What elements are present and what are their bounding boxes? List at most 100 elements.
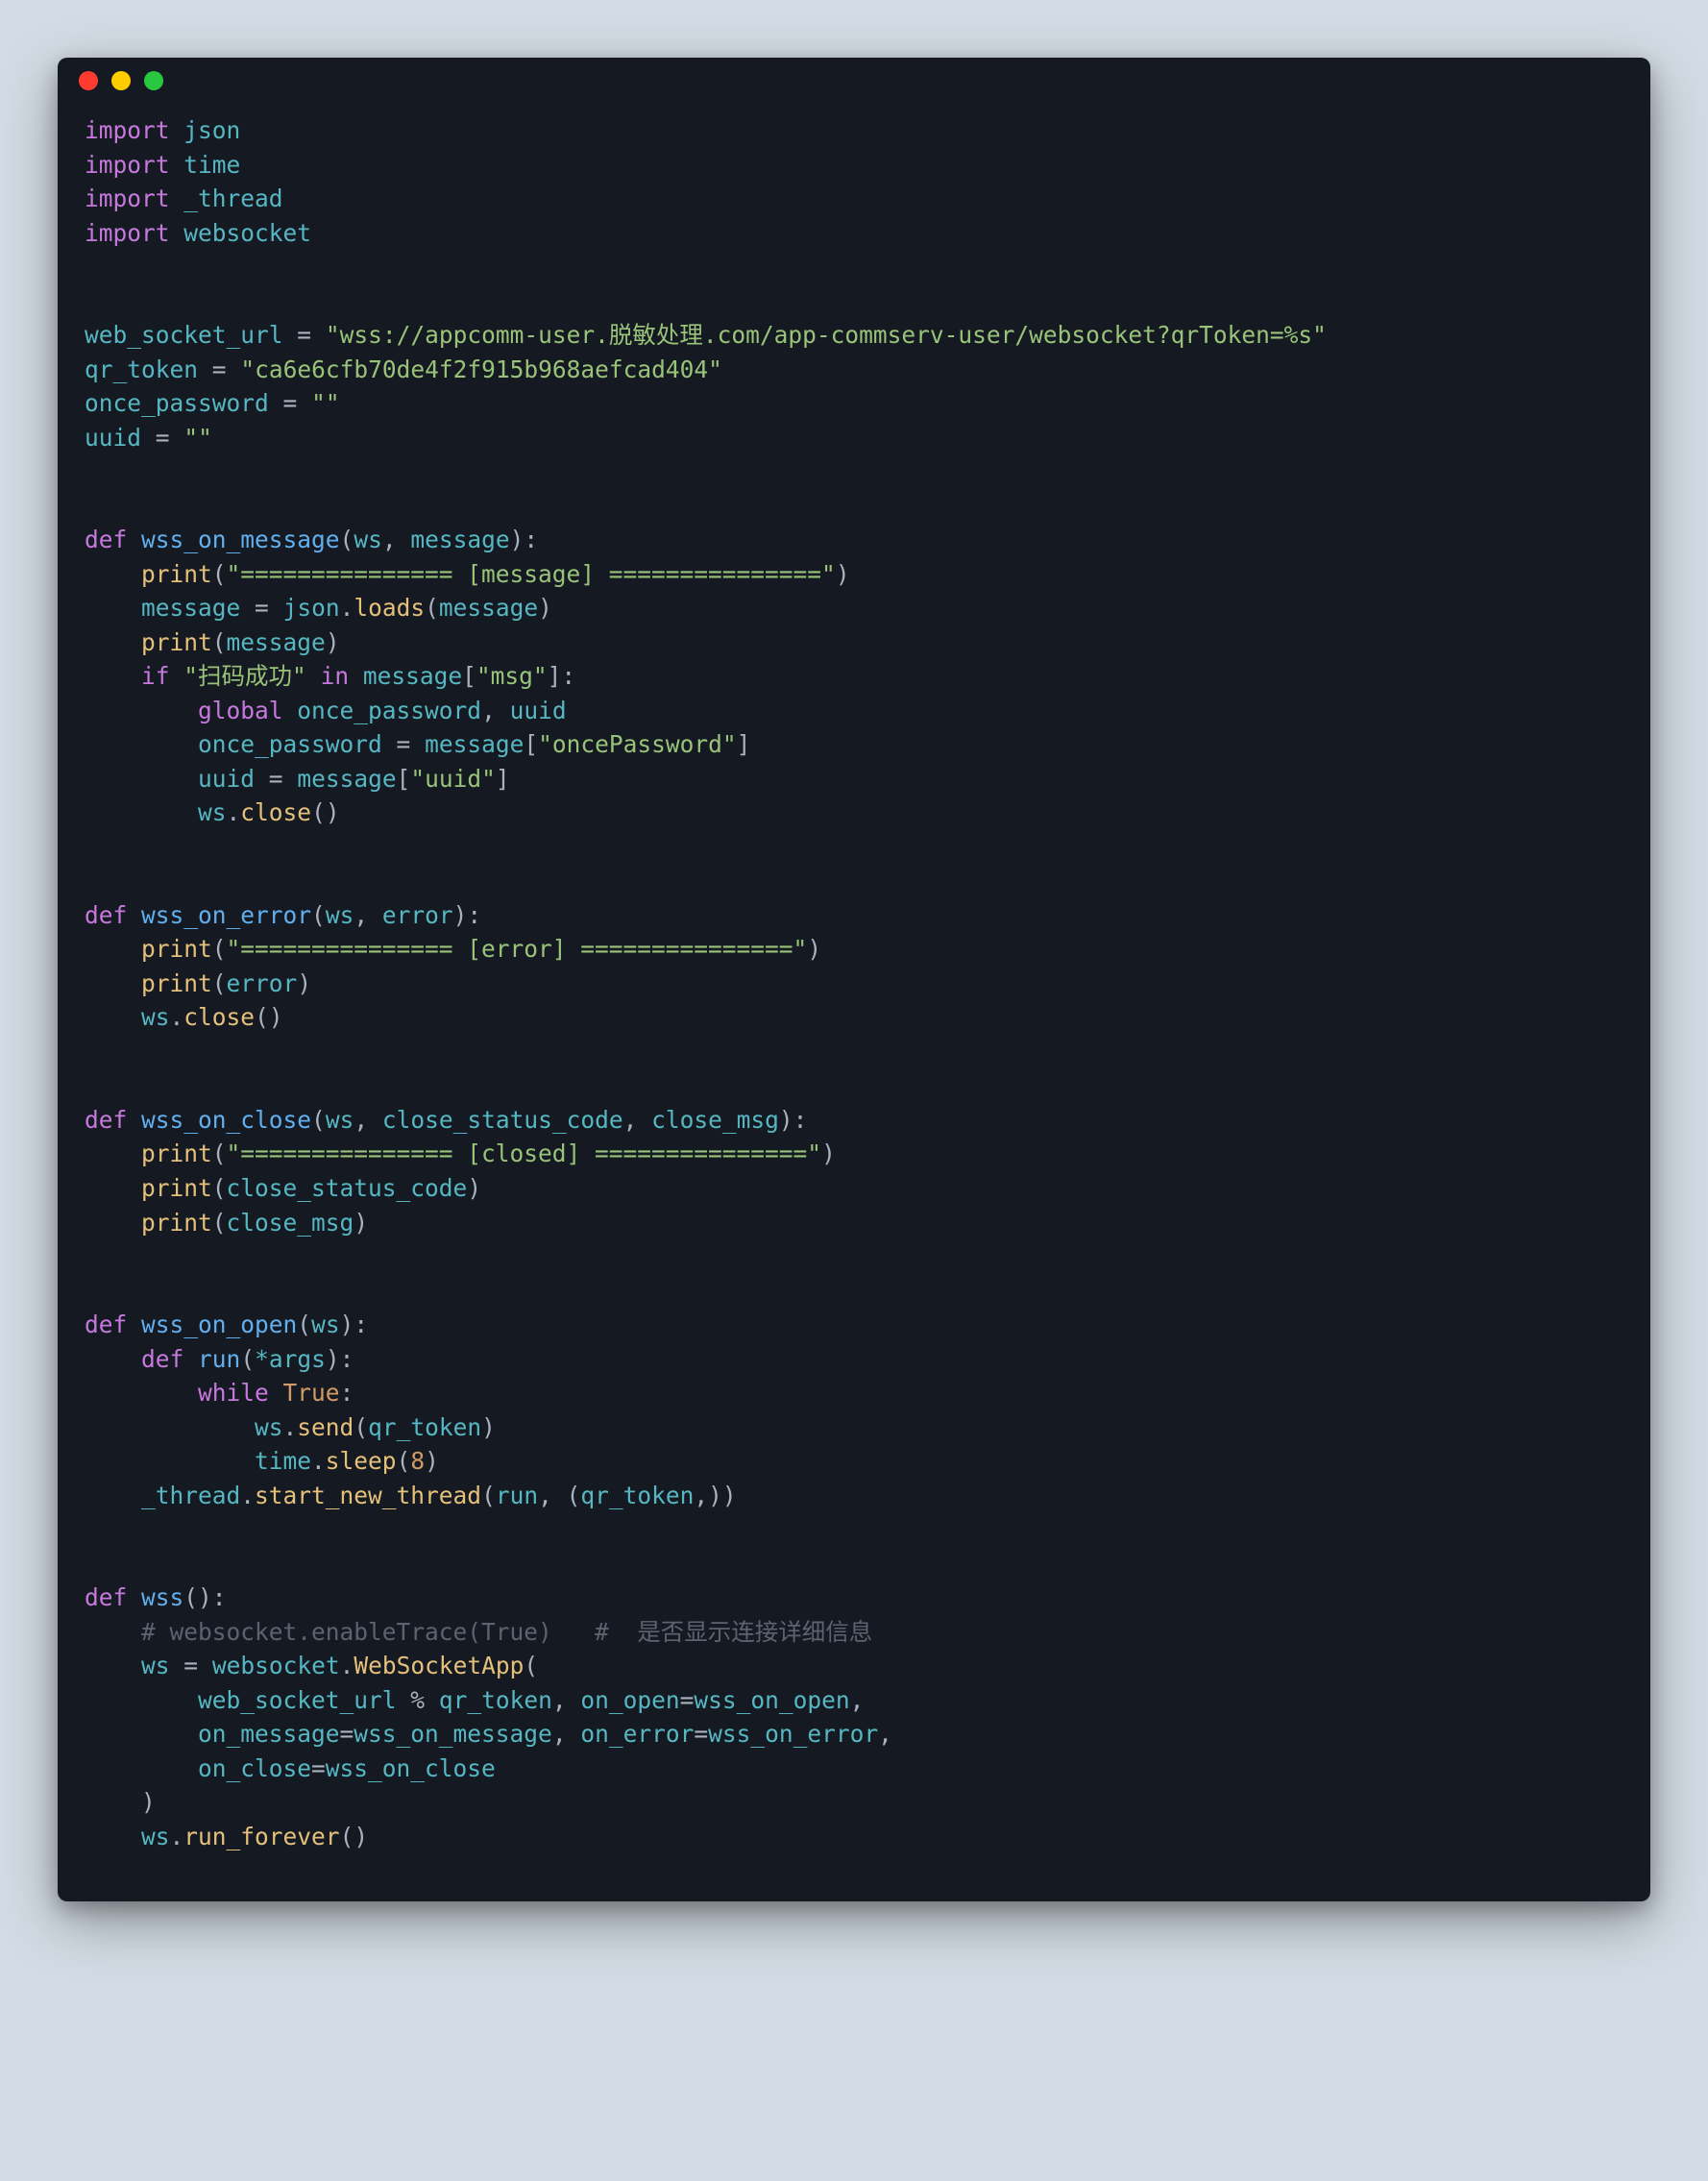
param-close-status-code: close_status_code bbox=[382, 1106, 623, 1134]
kw-def: def bbox=[85, 1583, 127, 1611]
arg-qr-token: qr_token bbox=[580, 1482, 694, 1509]
var-once-password: once_password bbox=[297, 697, 481, 724]
fn-wss-on-close: wss_on_close bbox=[141, 1106, 311, 1134]
mod-thread: _thread bbox=[141, 1482, 240, 1509]
val-wss-on-error: wss_on_error bbox=[708, 1720, 878, 1748]
num-8: 8 bbox=[410, 1447, 425, 1475]
var-once-password: once_password bbox=[85, 389, 269, 417]
kw-def: def bbox=[141, 1345, 183, 1373]
call-print: print bbox=[141, 1209, 212, 1237]
var-ws: ws bbox=[255, 1413, 283, 1441]
window-titlebar bbox=[58, 58, 1650, 104]
kw-def: def bbox=[85, 526, 127, 553]
call-print: print bbox=[141, 560, 212, 588]
call-websocketapp: WebSocketApp bbox=[354, 1652, 524, 1679]
param-ws: ws bbox=[326, 901, 354, 929]
arg-close-msg: close_msg bbox=[227, 1209, 354, 1237]
call-run-forever: run_forever bbox=[183, 1823, 339, 1850]
minimize-icon[interactable] bbox=[111, 71, 131, 90]
arg-error: error bbox=[227, 969, 298, 997]
str-uuid-key: "uuid" bbox=[410, 765, 496, 793]
kw-import: import bbox=[85, 151, 170, 179]
var-ws: ws bbox=[141, 1823, 170, 1850]
mod-time: time bbox=[183, 151, 240, 179]
call-sleep: sleep bbox=[326, 1447, 397, 1475]
kw-in: in bbox=[321, 662, 350, 690]
mod-json: json bbox=[283, 594, 340, 622]
str-oncepassword-key: "oncePassword" bbox=[538, 730, 737, 758]
arg-run: run bbox=[496, 1482, 538, 1509]
mod-thread: _thread bbox=[183, 184, 282, 212]
str-closed-banner: "=============== [closed] ==============… bbox=[227, 1140, 822, 1167]
val-wss-on-message: wss_on_message bbox=[354, 1720, 552, 1748]
str-empty: "" bbox=[183, 424, 212, 452]
param-args: *args bbox=[255, 1345, 326, 1373]
call-loads: loads bbox=[354, 594, 425, 622]
kw-on-error: on_error bbox=[580, 1720, 694, 1748]
fn-wss-on-message: wss_on_message bbox=[141, 526, 340, 553]
call-send: send bbox=[297, 1413, 354, 1441]
param-ws: ws bbox=[354, 526, 382, 553]
call-print: print bbox=[141, 628, 212, 656]
kw-on-open: on_open bbox=[580, 1686, 679, 1714]
kw-import: import bbox=[85, 116, 170, 144]
val-wss-on-open: wss_on_open bbox=[694, 1686, 849, 1714]
kw-global: global bbox=[198, 697, 283, 724]
kw-def: def bbox=[85, 901, 127, 929]
arg-message: message bbox=[227, 628, 326, 656]
fn-wss: wss bbox=[141, 1583, 183, 1611]
fn-run: run bbox=[198, 1345, 240, 1373]
comment-enabletrace: # websocket.enableTrace(True) # 是否显示连接详细… bbox=[141, 1618, 872, 1646]
fn-wss-on-error: wss_on_error bbox=[141, 901, 311, 929]
str-error-banner: "=============== [error] ===============… bbox=[227, 935, 808, 963]
str-msg-key: "msg" bbox=[476, 662, 548, 690]
mod-websocket: websocket bbox=[183, 219, 311, 247]
kw-on-message: on_message bbox=[198, 1720, 340, 1748]
call-print: print bbox=[141, 935, 212, 963]
arg-message: message bbox=[363, 662, 462, 690]
arg-web-socket-url: web_socket_url bbox=[198, 1686, 397, 1714]
str-msg-banner: "=============== [message] =============… bbox=[227, 560, 836, 588]
mod-json: json bbox=[183, 116, 240, 144]
val-wss-on-close: wss_on_close bbox=[326, 1754, 496, 1782]
str-empty: "" bbox=[311, 389, 340, 417]
const-true: True bbox=[283, 1379, 340, 1407]
arg-message: message bbox=[425, 730, 524, 758]
fn-wss-on-open: wss_on_open bbox=[141, 1311, 297, 1338]
param-error: error bbox=[382, 901, 453, 929]
call-close: close bbox=[183, 1003, 255, 1031]
zoom-icon[interactable] bbox=[144, 71, 163, 90]
param-ws: ws bbox=[326, 1106, 354, 1134]
var-once-password: once_password bbox=[198, 730, 382, 758]
var-ws: ws bbox=[198, 798, 227, 826]
var-uuid: uuid bbox=[85, 424, 141, 452]
call-start-new-thread: start_new_thread bbox=[255, 1482, 481, 1509]
str-scan-success: "扫码成功" bbox=[183, 662, 306, 690]
code-window: import json import time import _thread i… bbox=[58, 58, 1650, 1901]
call-print: print bbox=[141, 969, 212, 997]
kw-if: if bbox=[141, 662, 170, 690]
str-websocket-url: "wss://appcomm-user.脱敏处理.com/app-commser… bbox=[326, 321, 1327, 349]
arg-qr-token: qr_token bbox=[439, 1686, 552, 1714]
mod-websocket: websocket bbox=[212, 1652, 340, 1679]
arg-close-status-code: close_status_code bbox=[227, 1174, 468, 1202]
kw-while: while bbox=[198, 1379, 269, 1407]
kw-def: def bbox=[85, 1106, 127, 1134]
var-ws: ws bbox=[141, 1652, 170, 1679]
param-close-msg: close_msg bbox=[651, 1106, 779, 1134]
op-percent: % bbox=[410, 1686, 425, 1714]
call-print: print bbox=[141, 1174, 212, 1202]
var-ws: ws bbox=[141, 1003, 170, 1031]
mod-time: time bbox=[255, 1447, 311, 1475]
kw-import: import bbox=[85, 219, 170, 247]
str-qr-token: "ca6e6cfb70de4f2f915b968aefcad404" bbox=[240, 355, 722, 383]
param-ws: ws bbox=[311, 1311, 340, 1338]
arg-message: message bbox=[439, 594, 538, 622]
arg-message: message bbox=[297, 765, 396, 793]
var-uuid: uuid bbox=[510, 697, 567, 724]
var-websocket-url: web_socket_url bbox=[85, 321, 283, 349]
close-icon[interactable] bbox=[79, 71, 98, 90]
arg-qr-token: qr_token bbox=[368, 1413, 481, 1441]
call-print: print bbox=[141, 1140, 212, 1167]
var-qr-token: qr_token bbox=[85, 355, 198, 383]
